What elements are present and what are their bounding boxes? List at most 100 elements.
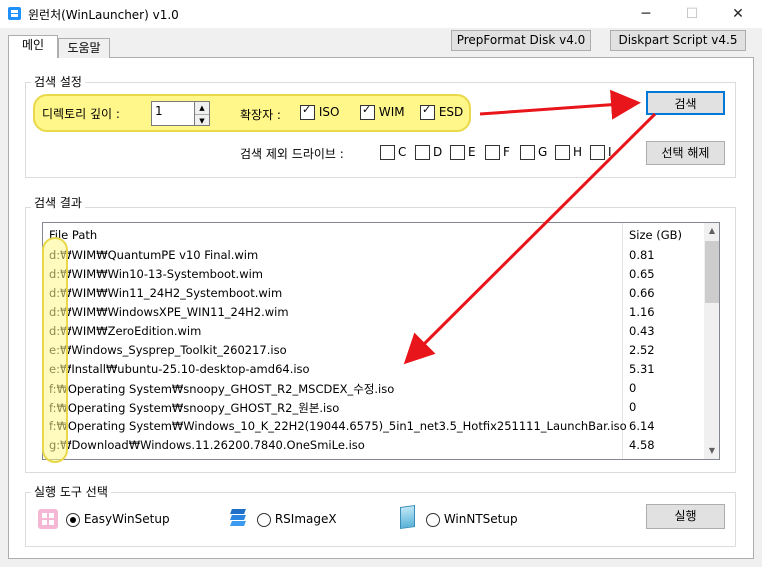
file-size-cell: 6.14 [629,419,655,433]
search-settings-label: 검색 설정 [31,73,85,90]
scroll-down-icon[interactable]: ▼ [704,443,719,459]
checkbox-icon[interactable] [420,103,435,120]
easywinsetup-radio[interactable]: EasyWinSetup [66,512,170,527]
winntsetup-label: WinNTSetup [443,512,518,526]
checkbox-icon[interactable] [520,145,535,160]
run-tool-label: 실행 도구 선택 [31,483,111,500]
rsimagex-radio[interactable]: RSImageX [257,512,337,527]
checkbox-icon[interactable] [555,145,570,160]
drive-c-checkbox[interactable]: C [380,145,406,160]
file-path-cell: d:₩WIM₩Win11_24H2_Systemboot.wim [49,286,283,300]
depth-input[interactable]: 1 [151,101,195,126]
checkbox-icon[interactable] [380,145,395,160]
ext-esd-label: ESD [438,105,464,119]
file-size-cell: 4.58 [629,438,655,452]
extension-label: 확장자 : [240,108,281,122]
winntsetup-radio[interactable]: WinNTSetup [426,512,518,527]
drive-label: G [538,145,548,159]
checkbox-icon[interactable] [360,103,375,120]
winntsetup-icon [400,504,415,530]
deselect-button[interactable]: 선택 해제 [646,141,725,165]
radio-icon[interactable] [426,512,440,527]
search-results-label: 검색 결과 [31,194,85,211]
drive-label: I [608,145,612,159]
spinner-down-icon[interactable]: ▼ [195,115,209,127]
results-list[interactable]: File Path Size (GB) d:₩WIM₩QuantumPE v10… [42,222,720,460]
list-header: File Path Size (GB) [43,226,703,245]
exclude-drives: C D E F G H I [380,145,630,161]
file-path-cell: e:₩Install₩ubuntu-25.10-desktop-amd64.is… [49,362,310,376]
table-row[interactable]: f:₩Operating System₩Windows_10_K_22H2(19… [43,417,703,436]
file-size-cell: 0 [629,400,637,414]
easywinsetup-label: EasyWinSetup [83,512,170,526]
column-header-size[interactable]: Size (GB) [629,228,682,242]
file-path-cell: d:₩WIM₩WindowsXPE_WIN11_24H2.wim [49,305,289,319]
table-row[interactable]: e:₩Install₩ubuntu-25.10-desktop-amd64.is… [43,360,703,379]
table-row[interactable]: d:₩WIM₩QuantumPE v10 Final.wim 0.81 [43,246,703,265]
scrollbar-thumb[interactable] [705,241,719,303]
drive-label: C [398,145,407,159]
table-row[interactable]: e:₩Windows_Sysprep_Toolkit_260217.iso 2.5… [43,341,703,360]
drive-f-checkbox[interactable]: F [485,145,510,160]
table-row[interactable]: f:₩Operating System₩snoopy_GHOST_R2_MSCD… [43,379,703,398]
scroll-up-icon[interactable]: ▲ [704,223,719,239]
checkbox-icon[interactable] [300,103,315,120]
table-row[interactable]: g:₩Download₩Windows.11.26200.7840.OneSmi… [43,436,703,455]
radio-icon[interactable] [66,512,80,527]
drive-label: E [468,145,476,159]
file-size-cell: 2.52 [629,343,655,357]
ext-esd-checkbox[interactable]: ESD [420,103,464,120]
drive-label: H [573,145,583,159]
search-button[interactable]: 검색 [646,91,725,115]
drive-label: D [433,145,443,159]
checkbox-icon[interactable] [450,145,465,160]
rsimagex-label: RSImageX [274,512,337,526]
maximize-button[interactable]: ☐ [669,0,715,28]
spinner-up-icon[interactable]: ▲ [195,102,209,115]
tab-main[interactable]: 메인 [8,35,58,58]
easywinsetup-icon [38,509,58,529]
ext-wim-label: WIM [378,105,405,119]
minimize-button[interactable]: ─ [623,0,669,28]
close-button[interactable]: ✕ [715,0,761,28]
file-path-cell: d:₩WIM₩ZeroEdition.wim [49,324,202,338]
file-size-cell: 0.66 [629,286,655,300]
file-path-cell: f:₩Operating System₩Windows_10_K_22H2(19… [49,419,627,433]
file-size-cell: 5.31 [629,362,655,376]
tab-help[interactable]: 도움말 [58,38,110,58]
table-row[interactable]: d:₩WIM₩Win11_24H2_Systemboot.wim 0.66 [43,284,703,303]
table-row[interactable]: f:₩Operating System₩snoopy_GHOST_R2_원본.i… [43,398,703,417]
file-size-cell: 0.65 [629,267,655,281]
diskpart-script-button[interactable]: Diskpart Script v4.5 [610,30,746,51]
run-button[interactable]: 실행 [646,504,725,529]
file-path-cell: e:₩Windows_Sysprep_Toolkit_260217.iso [49,343,287,357]
file-path-cell: f:₩Operating System₩snoopy_GHOST_R2_MSCD… [49,382,395,396]
ext-iso-checkbox[interactable]: ISO [300,103,340,120]
drive-h-checkbox[interactable]: H [555,145,582,160]
vertical-scrollbar[interactable]: ▲ ▼ [704,223,719,459]
radio-icon[interactable] [257,512,271,527]
file-size-cell: 1.16 [629,305,655,319]
table-row[interactable]: d:₩WIM₩Win10-13-Systemboot.wim 0.65 [43,265,703,284]
app-icon [8,7,21,20]
depth-spinner[interactable]: ▲ ▼ [194,101,210,126]
file-size-cell: 0.43 [629,324,655,338]
checkbox-icon[interactable] [415,145,430,160]
file-path-cell: f:₩Operating System₩snoopy_GHOST_R2_원본.i… [49,401,340,415]
prepformat-disk-button[interactable]: PrepFormat Disk v4.0 [451,30,591,51]
drive-d-checkbox[interactable]: D [415,145,442,160]
file-size-cell: 0 [629,381,637,395]
exclude-drive-label: 검색 제외 드라이브 : [240,147,344,161]
file-path-cell: g:₩Download₩Windows.11.26200.7840.OneSmi… [49,438,365,452]
depth-label: 디렉토리 깊이 : [42,107,120,121]
drive-label: F [503,145,510,159]
checkbox-icon[interactable] [485,145,500,160]
drive-g-checkbox[interactable]: G [520,145,547,160]
checkbox-icon[interactable] [590,145,605,160]
table-row[interactable]: d:₩WIM₩WindowsXPE_WIN11_24H2.wim 1.16 [43,303,703,322]
table-row[interactable]: d:₩WIM₩ZeroEdition.wim 0.43 [43,322,703,341]
ext-wim-checkbox[interactable]: WIM [360,103,405,120]
drive-i-checkbox[interactable]: I [590,145,612,160]
ext-iso-label: ISO [318,105,340,119]
drive-e-checkbox[interactable]: E [450,145,476,160]
